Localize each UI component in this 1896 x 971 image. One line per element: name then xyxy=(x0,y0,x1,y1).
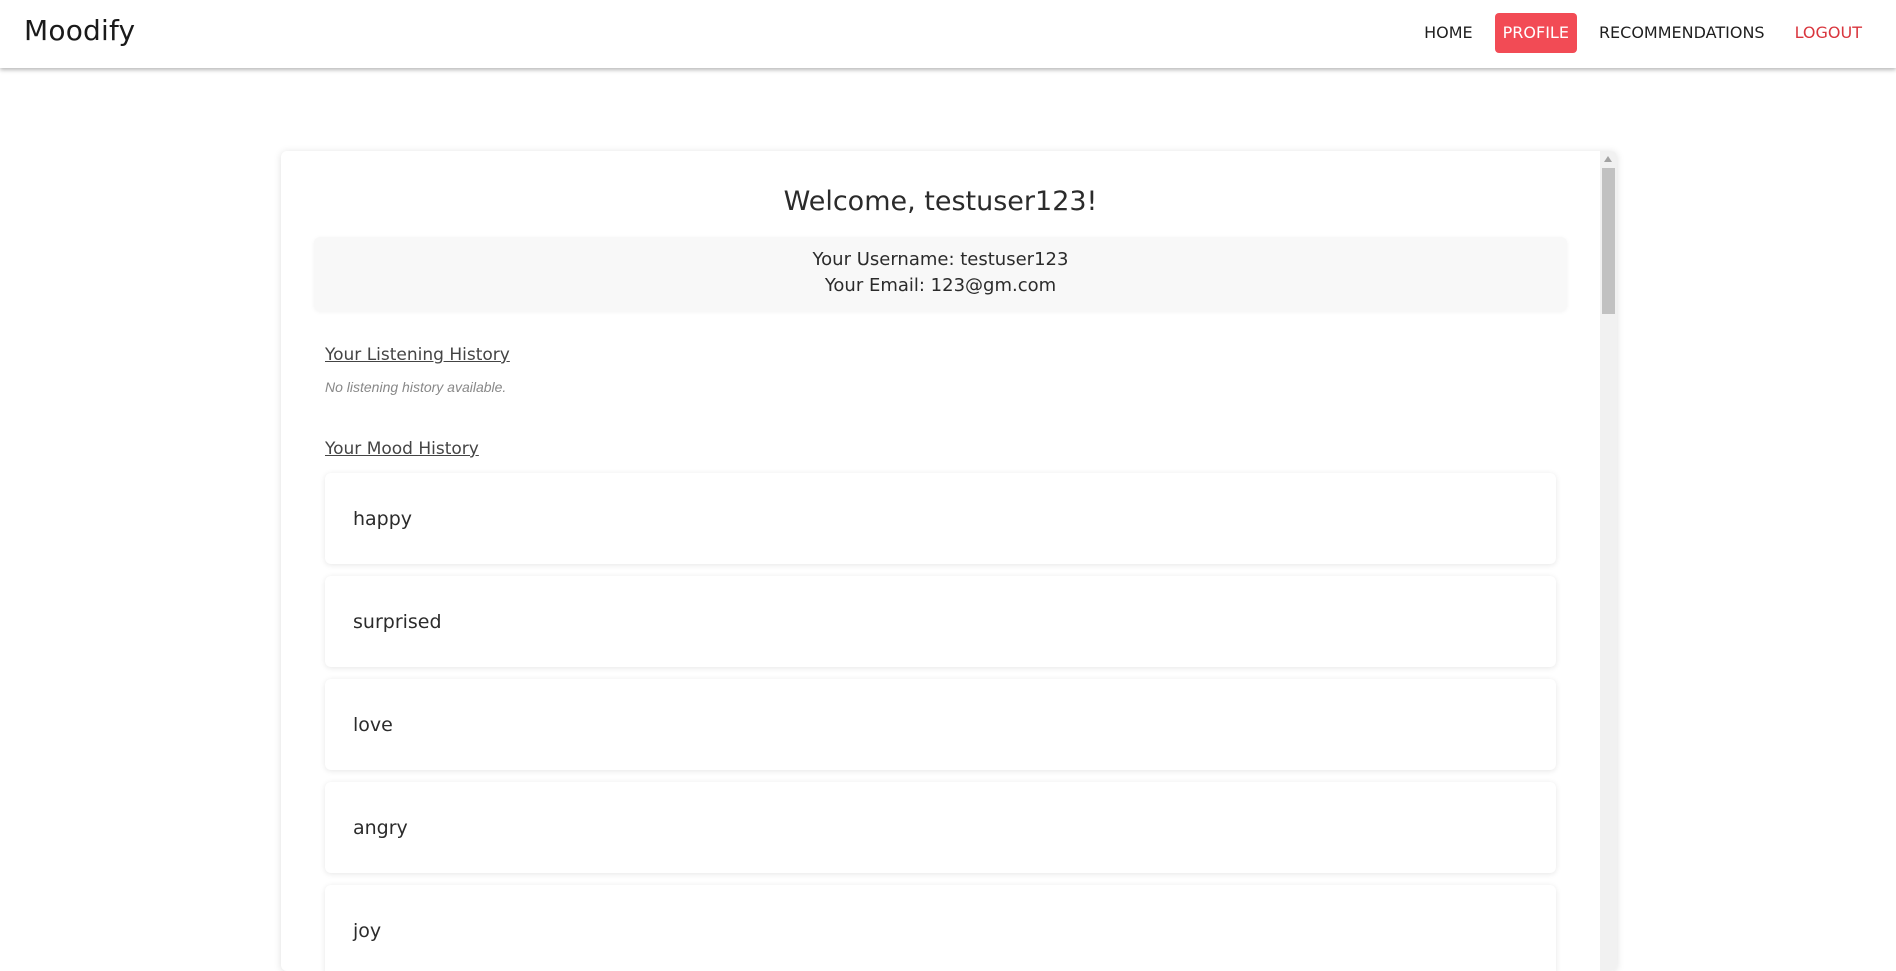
nav-menu: HOME PROFILE RECOMMENDATIONS LOGOUT xyxy=(1402,13,1870,53)
mood-item-joy: joy xyxy=(325,885,1556,971)
profile-content: Welcome, testuser123! Your Username: tes… xyxy=(281,151,1600,971)
mood-item-happy: happy xyxy=(325,473,1556,564)
email-line: Your Email: 123@gm.com xyxy=(824,275,1057,296)
mood-history-title[interactable]: Your Mood History xyxy=(325,439,479,459)
mood-label: love xyxy=(353,713,393,736)
username-line: Your Username: testuser123 xyxy=(812,249,1069,270)
welcome-heading: Welcome, testuser123! xyxy=(783,186,1098,217)
scrollbar-thumb[interactable] xyxy=(1602,168,1615,314)
mood-label: joy xyxy=(353,919,382,942)
brand-logo[interactable]: Moodify xyxy=(24,14,135,47)
card-scrollbar[interactable] xyxy=(1600,151,1617,971)
mood-history-list: happy surprised love angry joy xyxy=(325,473,1556,971)
user-info-box: Your Username: testuser123 Your Email: 1… xyxy=(314,237,1567,311)
scroll-up-arrow-icon[interactable] xyxy=(1604,156,1612,162)
mood-item-love: love xyxy=(325,679,1556,770)
listening-history-empty: No listening history available. xyxy=(325,379,507,395)
nav-recommendations[interactable]: RECOMMENDATIONS xyxy=(1591,13,1773,53)
mood-item-angry: angry xyxy=(325,782,1556,873)
nav-profile[interactable]: PROFILE xyxy=(1494,13,1577,53)
listening-history-title[interactable]: Your Listening History xyxy=(325,345,510,365)
mood-label: surprised xyxy=(353,610,442,633)
mood-item-surprised: surprised xyxy=(325,576,1556,667)
navbar: Moodify HOME PROFILE RECOMMENDATIONS LOG… xyxy=(0,0,1896,68)
mood-label: happy xyxy=(353,507,413,530)
profile-card: Welcome, testuser123! Your Username: tes… xyxy=(281,151,1617,971)
mood-label: angry xyxy=(353,816,408,839)
nav-home[interactable]: HOME xyxy=(1416,13,1481,53)
nav-logout[interactable]: LOGOUT xyxy=(1787,13,1870,53)
